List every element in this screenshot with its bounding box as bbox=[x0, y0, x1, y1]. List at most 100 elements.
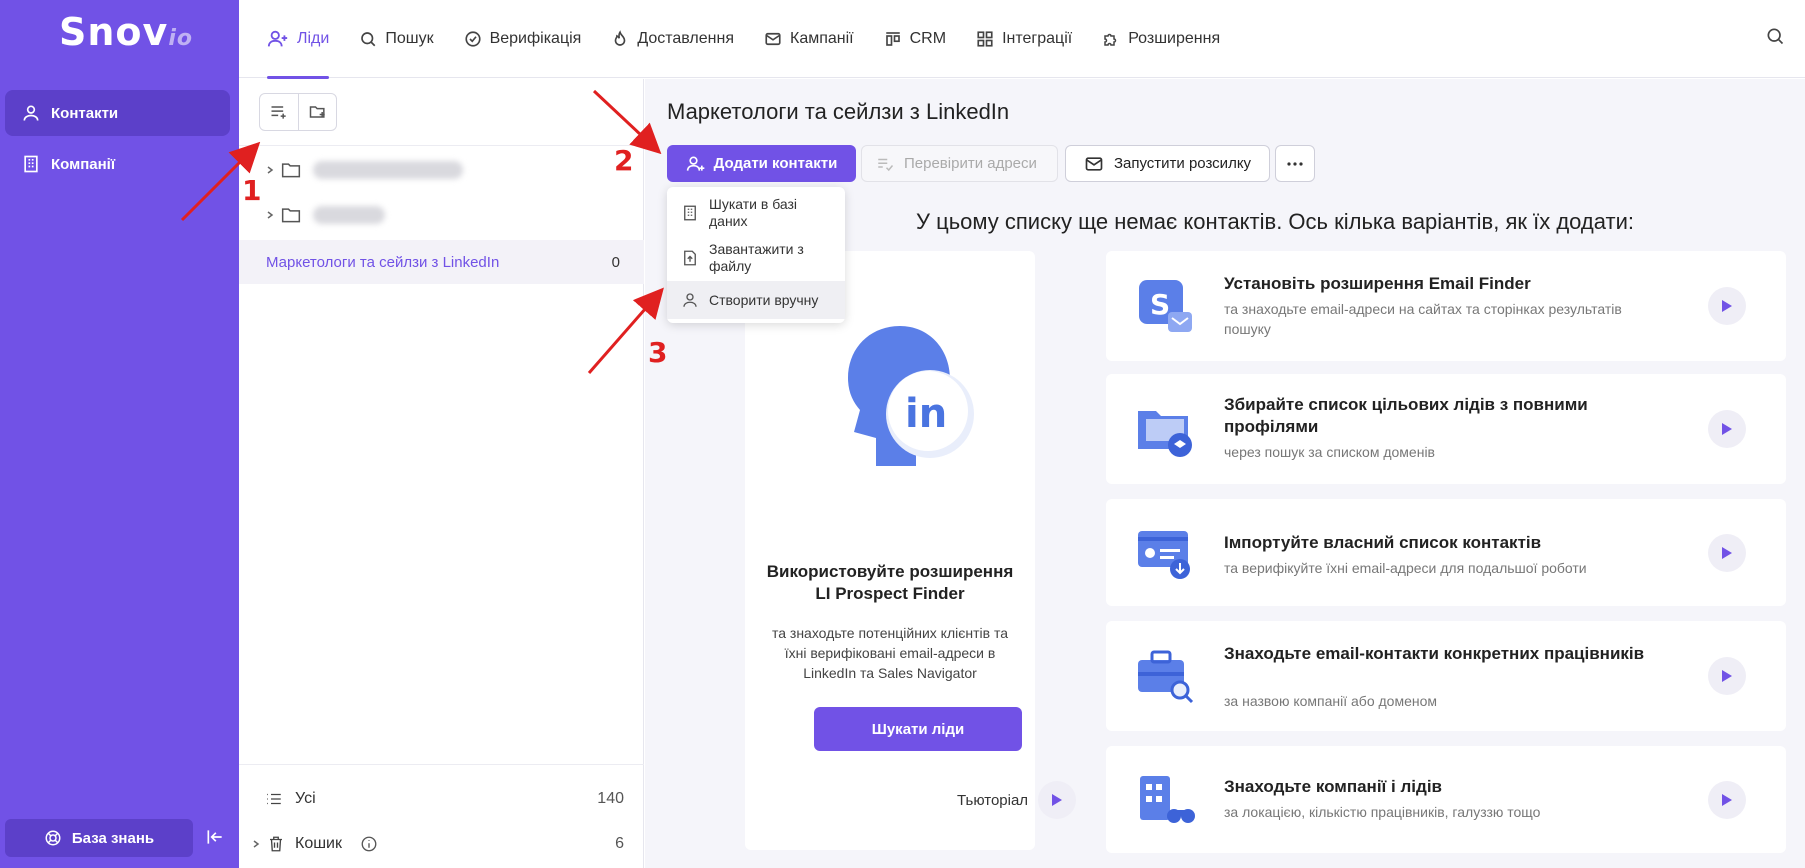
tutorial-label: Тьюторіал bbox=[957, 791, 1029, 809]
folder-item[interactable] bbox=[265, 155, 463, 185]
trash-icon bbox=[270, 836, 282, 852]
tab-leads[interactable]: Ліди bbox=[267, 0, 330, 79]
logo[interactable]: Snovio bbox=[59, 10, 193, 54]
tab-verification[interactable]: Верифікація bbox=[464, 0, 582, 78]
list-trash-label: Кошик bbox=[295, 835, 342, 852]
add-list-button[interactable] bbox=[260, 94, 298, 130]
tab-search[interactable]: Пошук bbox=[359, 0, 434, 78]
email-finder-extension-icon: S bbox=[1139, 280, 1192, 332]
company-binoculars-icon bbox=[1140, 775, 1195, 823]
upload-file-icon bbox=[684, 250, 696, 266]
option-card[interactable]: Збирайте список цільових лідів з повними… bbox=[1106, 374, 1786, 484]
tab-label: Ліди bbox=[297, 29, 330, 47]
dropdown-label: Створити вручну bbox=[709, 291, 819, 308]
briefcase-search-icon bbox=[1138, 650, 1194, 704]
info-icon[interactable] bbox=[360, 835, 378, 853]
add-contacts-button[interactable]: Додати контакти bbox=[667, 145, 856, 182]
sidebar-item-contacts[interactable]: Контакти bbox=[5, 90, 230, 136]
annotation-number-3: 3 bbox=[648, 336, 668, 369]
tab-label: Розширення bbox=[1128, 29, 1221, 47]
knowledge-base-button[interactable]: База знань bbox=[5, 819, 193, 857]
user-icon bbox=[683, 293, 697, 307]
dropdown-label: Завантажити з файлу bbox=[709, 241, 804, 274]
more-options-button[interactable] bbox=[1275, 145, 1315, 182]
option-card-subtitle: та верифікуйте їхні email-адреси для под… bbox=[1224, 560, 1587, 576]
tab-label: CRM bbox=[909, 29, 947, 47]
logo-text: Snov bbox=[59, 10, 169, 54]
chevron-right-icon bbox=[267, 166, 274, 174]
dropdown-item-create-manually[interactable]: Створити вручну bbox=[667, 281, 845, 319]
annotation-number-2: 2 bbox=[614, 144, 634, 177]
divider bbox=[239, 764, 644, 765]
li-card-description: та знаходьте потенційних клієнтів та їхн… bbox=[771, 625, 1009, 681]
lifebuoy-icon bbox=[45, 830, 61, 846]
play-icon[interactable] bbox=[1038, 781, 1077, 819]
play-icon[interactable] bbox=[1708, 287, 1746, 325]
tab-label: Інтеграції bbox=[1002, 29, 1073, 47]
tab-crm[interactable]: CRM bbox=[884, 0, 946, 78]
page-title: Маркетологи та сейлзи з LinkedIn bbox=[667, 99, 1010, 124]
option-card-subtitle: через пошук за списком доменів bbox=[1224, 444, 1435, 460]
tab-label: Пошук bbox=[385, 29, 434, 47]
folder-name-blurred bbox=[313, 206, 385, 224]
folder-icon bbox=[281, 163, 301, 178]
tab-extensions[interactable]: Розширення bbox=[1102, 0, 1220, 78]
list-name: Маркетологи та сейлзи з LinkedIn bbox=[266, 253, 500, 271]
option-card-title: Установіть розширення Email Finder bbox=[1224, 274, 1531, 293]
option-card[interactable]: Знаходьте email-контакти конкретних прац… bbox=[1106, 621, 1786, 731]
global-search-icon[interactable] bbox=[1765, 26, 1785, 51]
option-card[interactable]: Імпортуйте власний список контактів та в… bbox=[1106, 499, 1786, 606]
start-campaign-button[interactable]: Запустити розсилку bbox=[1065, 145, 1270, 182]
tab-label: Верифікація bbox=[489, 29, 582, 47]
find-leads-button[interactable]: Шукати ліди bbox=[814, 707, 1022, 751]
sidebar-item-label: Контакти bbox=[51, 104, 119, 122]
top-nav: Ліди Пошук Верифікація Доставлення Кампа… bbox=[239, 0, 1805, 79]
list-icon bbox=[267, 793, 281, 805]
option-card[interactable]: Знаходьте компанії і лідів за локацією, … bbox=[1106, 746, 1786, 853]
tutorial-link[interactable]: Тьюторіал bbox=[957, 781, 1077, 819]
folder-icon bbox=[281, 208, 301, 223]
list-item-active[interactable]: Маркетологи та сейлзи з LinkedIn 0 bbox=[239, 240, 644, 284]
list-toolbar bbox=[259, 93, 337, 131]
knowledge-base-label: База знань bbox=[71, 829, 155, 847]
add-contacts-dropdown: Шукати в базі даних Завантажити з файлу … bbox=[667, 187, 845, 323]
list-trash[interactable]: Кошик 6 bbox=[239, 824, 644, 864]
play-icon[interactable] bbox=[1708, 533, 1746, 572]
play-icon[interactable] bbox=[1708, 410, 1746, 448]
tab-campaigns[interactable]: Кампанії bbox=[764, 0, 854, 78]
chevron-right-icon bbox=[253, 840, 260, 848]
option-card-title: Знаходьте email-контакти конкретних прац… bbox=[1224, 644, 1645, 663]
list-all-label: Усі bbox=[295, 790, 316, 807]
li-card-title-line2: LI Prospect Finder bbox=[815, 584, 965, 603]
mail-icon bbox=[765, 32, 781, 45]
tab-integrations[interactable]: Інтеграції bbox=[976, 0, 1072, 78]
check-circle-icon bbox=[464, 30, 481, 47]
grid-icon bbox=[977, 30, 993, 47]
annotation-number-1: 1 bbox=[242, 174, 262, 207]
option-card[interactable]: S Установіть розширення Email Finder та … bbox=[1106, 251, 1786, 361]
play-icon[interactable] bbox=[1708, 780, 1746, 819]
dropdown-label: Шукати в базі даних bbox=[709, 196, 798, 229]
svg-text:in: in bbox=[905, 391, 947, 437]
flame-icon bbox=[615, 29, 626, 46]
dropdown-item-upload-file[interactable]: Завантажити з файлу bbox=[667, 237, 845, 279]
verify-addresses-label: Перевірити адреси bbox=[904, 155, 1037, 172]
list-all[interactable]: Усі 140 bbox=[239, 779, 644, 819]
folder-name-blurred bbox=[313, 161, 463, 179]
list-count: 0 bbox=[611, 253, 620, 271]
search-icon bbox=[361, 31, 376, 46]
folder-item[interactable] bbox=[265, 200, 385, 230]
collapse-sidebar-icon[interactable] bbox=[205, 827, 225, 852]
tab-delivery[interactable]: Доставлення bbox=[611, 0, 734, 78]
add-folder-button[interactable] bbox=[298, 94, 336, 130]
play-icon[interactable] bbox=[1708, 657, 1746, 695]
mail-icon bbox=[1085, 156, 1103, 171]
option-card-title: Імпортуйте власний список контактів bbox=[1224, 533, 1542, 552]
dropdown-item-search-database[interactable]: Шукати в базі даних bbox=[667, 191, 845, 235]
option-card-subtitle: та знаходьте email-адреси на сайтах та с… bbox=[1224, 301, 1622, 337]
linkedin-head-illustration: in bbox=[848, 326, 974, 466]
li-card-title: Використовуйте розширення LI Prospect Fi… bbox=[745, 561, 1035, 605]
verify-addresses-button[interactable]: Перевірити адреси bbox=[861, 145, 1058, 182]
sidebar-item-companies[interactable]: Компанії bbox=[5, 141, 230, 187]
list-all-count: 140 bbox=[597, 790, 624, 807]
